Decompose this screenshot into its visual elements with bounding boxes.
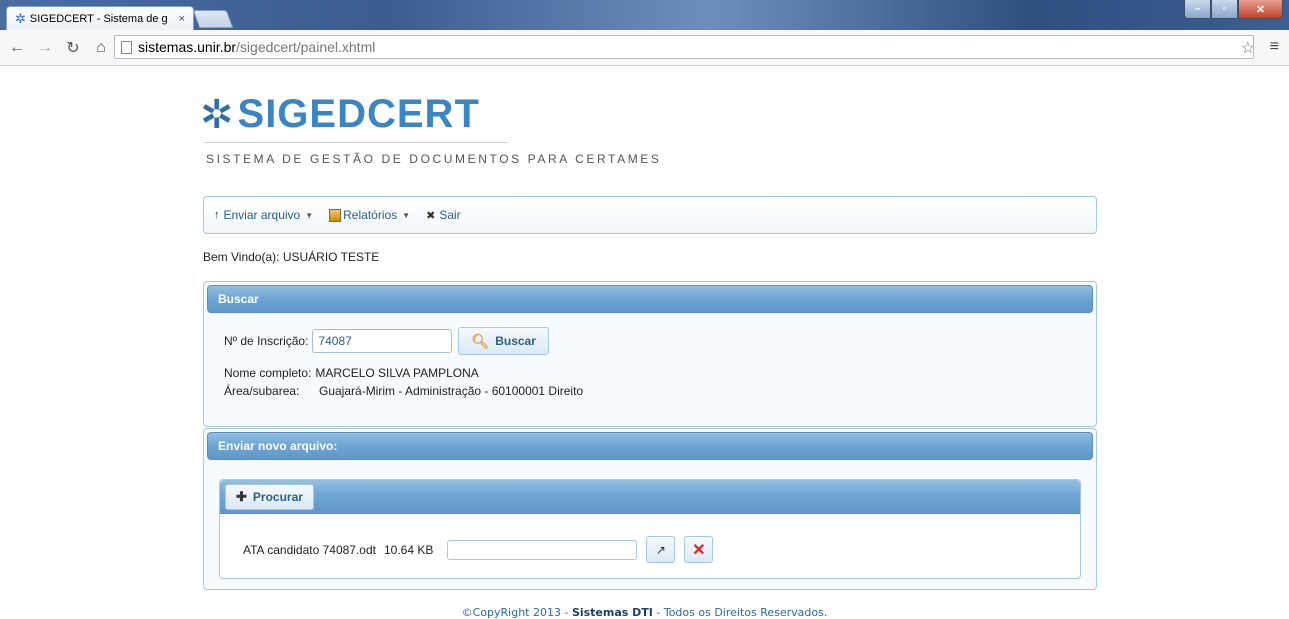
- window-titlebar: ✲ SIGEDCERT - Sistema de g × – ▫ ✕: [0, 0, 1289, 30]
- upload-arrow-icon: ↗: [655, 542, 666, 557]
- file-upload: ✚ Procurar ATA candidato 74087.odt 10.64…: [219, 479, 1081, 579]
- buscar-button[interactable]: 🔍︎ Buscar: [458, 327, 549, 355]
- menu-relatorios-label: Relatórios: [343, 208, 398, 222]
- back-arrow-icon[interactable]: ←: [6, 39, 28, 57]
- procurar-label: Procurar: [252, 489, 303, 504]
- buscar-panel: Buscar Nº de Inscrição: 🔍︎ Buscar Nome c…: [203, 281, 1097, 427]
- reload-icon[interactable]: ↻: [62, 38, 84, 58]
- file-size: 10.64 KB: [384, 542, 434, 557]
- logo-divider: [204, 142, 508, 143]
- logo-star-icon: ✲: [200, 92, 234, 137]
- caret-down-icon: ▼: [402, 210, 411, 220]
- menu-relatorios[interactable]: Relatórios ▼: [329, 208, 410, 222]
- inscricao-label: Nº de Inscrição:: [224, 334, 309, 348]
- area-value: Guajará-Mirim - Administração - 60100001…: [319, 384, 584, 398]
- main-menubar: ↑ Enviar arquivo ▼ Relatórios ▼ ✖ Sair: [203, 196, 1097, 234]
- nome-label: Nome completo:: [224, 366, 312, 380]
- footer-prefix: ©CopyRight 2013 -: [461, 606, 572, 619]
- procurar-button[interactable]: ✚ Procurar: [225, 483, 314, 510]
- clipboard-icon: [329, 208, 342, 222]
- menu-enviar-label: Enviar arquivo: [223, 208, 301, 222]
- enviar-panel: Enviar novo arquivo: ✚ Procurar ATA cand…: [203, 428, 1097, 590]
- upload-file-button[interactable]: ↗: [646, 536, 676, 563]
- minimize-button[interactable]: –: [1184, 0, 1211, 19]
- upload-arrow-icon: ↑: [214, 209, 220, 221]
- menu-enviar-arquivo[interactable]: ↑ Enviar arquivo ▼: [214, 208, 313, 222]
- footer: ©CopyRight 2013 - Sistemas DTI - Todos o…: [0, 606, 1289, 619]
- window-controls: – ▫ ✕: [1184, 0, 1283, 19]
- file-row: ATA candidato 74087.odt 10.64 KB ↗ ✕: [243, 536, 714, 563]
- nome-completo-row: Nome completo: MARCELO SILVA PAMPLONA: [224, 366, 479, 380]
- url-path: /sigedcert/painel.xhtml: [236, 39, 376, 55]
- upload-progress-bar: [447, 539, 638, 560]
- url-host: sistemas.unir.br: [138, 39, 237, 55]
- inscricao-input[interactable]: [312, 329, 453, 353]
- caret-down-icon: ▼: [305, 210, 314, 220]
- page-icon: [121, 40, 132, 54]
- address-bar[interactable]: sistemas.unir.br/sigedcert/painel.xhtml: [114, 35, 1254, 59]
- tab-title: SIGEDCERT - Sistema de g: [29, 12, 168, 25]
- close-x-icon: ✖: [426, 209, 436, 222]
- file-name: ATA candidato 74087.odt: [243, 542, 376, 557]
- buscar-button-label: Buscar: [495, 334, 536, 348]
- tab-close-icon[interactable]: ×: [179, 13, 185, 25]
- cancel-x-icon: ✕: [692, 541, 706, 559]
- enviar-panel-header: Enviar novo arquivo:: [207, 432, 1093, 460]
- remove-file-button[interactable]: ✕: [684, 536, 714, 563]
- forward-arrow-icon[interactable]: →: [34, 39, 56, 57]
- plus-icon: ✚: [236, 488, 247, 504]
- menu-sair[interactable]: ✖ Sair: [426, 208, 461, 222]
- new-tab-button[interactable]: [192, 10, 234, 28]
- system-subtitle: SISTEMA DE GESTÃO DE DOCUMENTOS PARA CER…: [206, 152, 662, 166]
- welcome-text: Bem Vindo(a): USUÁRIO TESTE: [203, 250, 380, 264]
- footer-suffix: - Todos os Direitos Reservados.: [652, 606, 828, 619]
- inscricao-row: Nº de Inscrição: 🔍︎ Buscar: [224, 327, 549, 355]
- home-icon[interactable]: ⌂: [90, 39, 112, 57]
- logo: ✲ SIGEDCERT: [200, 92, 480, 137]
- logo-text: SIGEDCERT: [237, 92, 480, 136]
- area-row: Área/subarea: Guajará-Mirim - Administraç…: [224, 384, 583, 398]
- browser-tab[interactable]: ✲ SIGEDCERT - Sistema de g ×: [6, 6, 194, 30]
- browser-toolbar: ← → ↻ ⌂ sistemas.unir.br/sigedcert/paine…: [0, 30, 1289, 66]
- nome-value: MARCELO SILVA PAMPLONA: [315, 366, 479, 380]
- menu-icon[interactable]: ≡: [1270, 38, 1279, 56]
- search-icon: 🔍︎: [471, 332, 490, 349]
- footer-brand-link[interactable]: Sistemas DTI: [572, 606, 653, 619]
- menu-sair-label: Sair: [439, 208, 461, 222]
- buscar-panel-header: Buscar: [207, 285, 1093, 313]
- close-window-button[interactable]: ✕: [1238, 0, 1283, 19]
- area-label: Área/subarea:: [224, 384, 300, 398]
- sigedcert-favicon-icon: ✲: [15, 10, 26, 26]
- star-icon[interactable]: ☆: [1241, 38, 1255, 58]
- maximize-button[interactable]: ▫: [1211, 0, 1238, 19]
- file-upload-toolbar: ✚ Procurar: [220, 480, 1080, 514]
